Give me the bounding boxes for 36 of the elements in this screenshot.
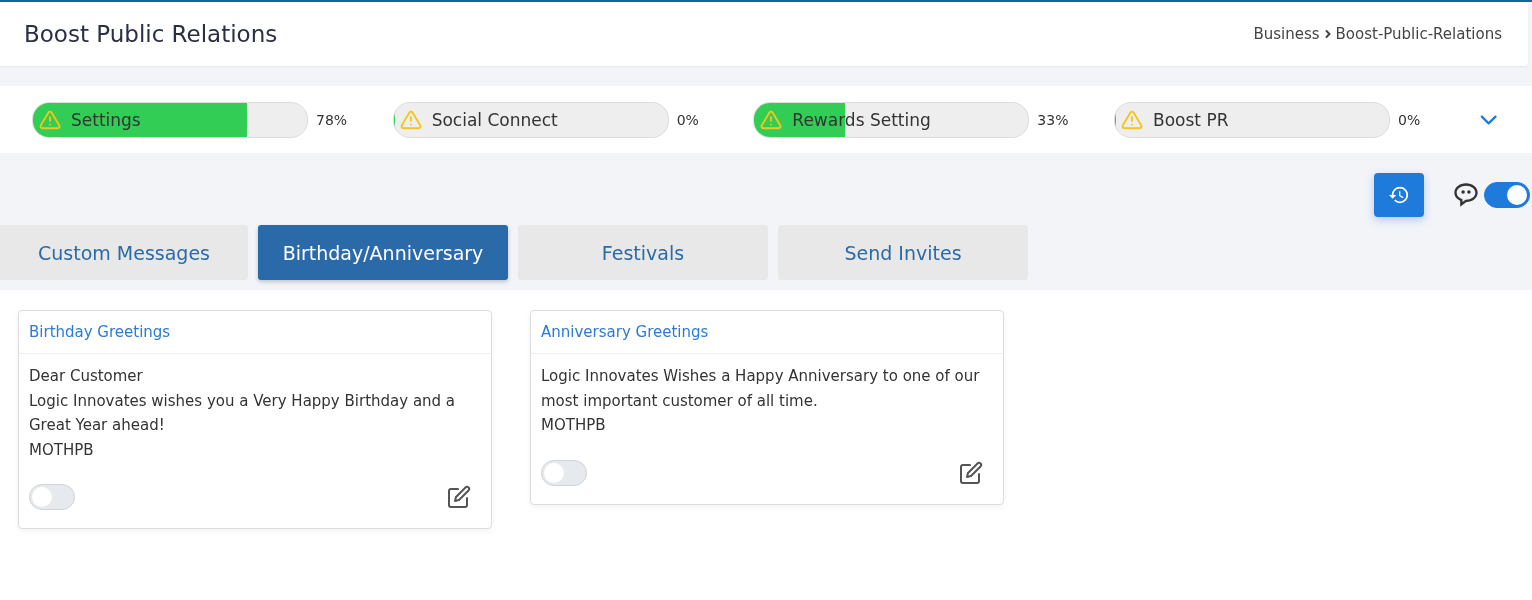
breadcrumb-item: Boost-Public-Relations (1335, 25, 1502, 43)
history-button[interactable] (1374, 173, 1424, 217)
message-line: MOTHPB (29, 439, 95, 461)
progress-label: Settings (71, 109, 141, 130)
message-line: MOTHPB (541, 415, 607, 436)
progress-label: Social Connect (431, 109, 558, 130)
warning-icon (39, 108, 61, 131)
progress-track[interactable]: Settings (32, 101, 308, 138)
message-line: Dear Customer (29, 366, 144, 387)
progress-reading: 0% (1398, 111, 1421, 128)
history-icon (1388, 184, 1410, 206)
tab[interactable]: Custom Messages (0, 225, 248, 280)
toggle-switch[interactable] (541, 459, 587, 486)
progress-reading: 33% (1037, 111, 1069, 128)
chat-toggle[interactable] (1484, 182, 1530, 208)
progress-track[interactable]: Social Connect (392, 101, 669, 138)
tab[interactable]: Birthday/Anniversary (258, 225, 508, 280)
progress-reading: 78% (316, 111, 348, 128)
chat-icon (1452, 181, 1480, 209)
message-line: Logic Innovates wishes you a Very Happy Birthday and a Great Year ahead! (29, 390, 457, 436)
card-title: Birthday Greetings (19, 311, 491, 354)
card-title: Anniversary Greetings (531, 311, 1003, 354)
warning-icon (399, 108, 422, 131)
edit-icon[interactable] (959, 460, 983, 485)
progress-reading: 0% (676, 111, 699, 128)
progress-label: Boost PR (1153, 109, 1229, 130)
tab[interactable]: Festivals (518, 225, 768, 280)
message-line: Logic Innovates Wishes a Happy Anniversary to one of our most important customer of all time. (541, 366, 981, 412)
tab[interactable]: Send Invites (778, 225, 1028, 280)
progress-track[interactable]: Boost PR (1114, 101, 1390, 138)
page-title: Boost Public Relations (24, 21, 278, 47)
edit-icon[interactable] (447, 485, 471, 509)
warning-icon (760, 108, 783, 131)
warning-icon (1121, 108, 1143, 131)
breadcrumb-item[interactable]: Business (1253, 25, 1320, 43)
toggle-switch[interactable] (29, 484, 75, 510)
